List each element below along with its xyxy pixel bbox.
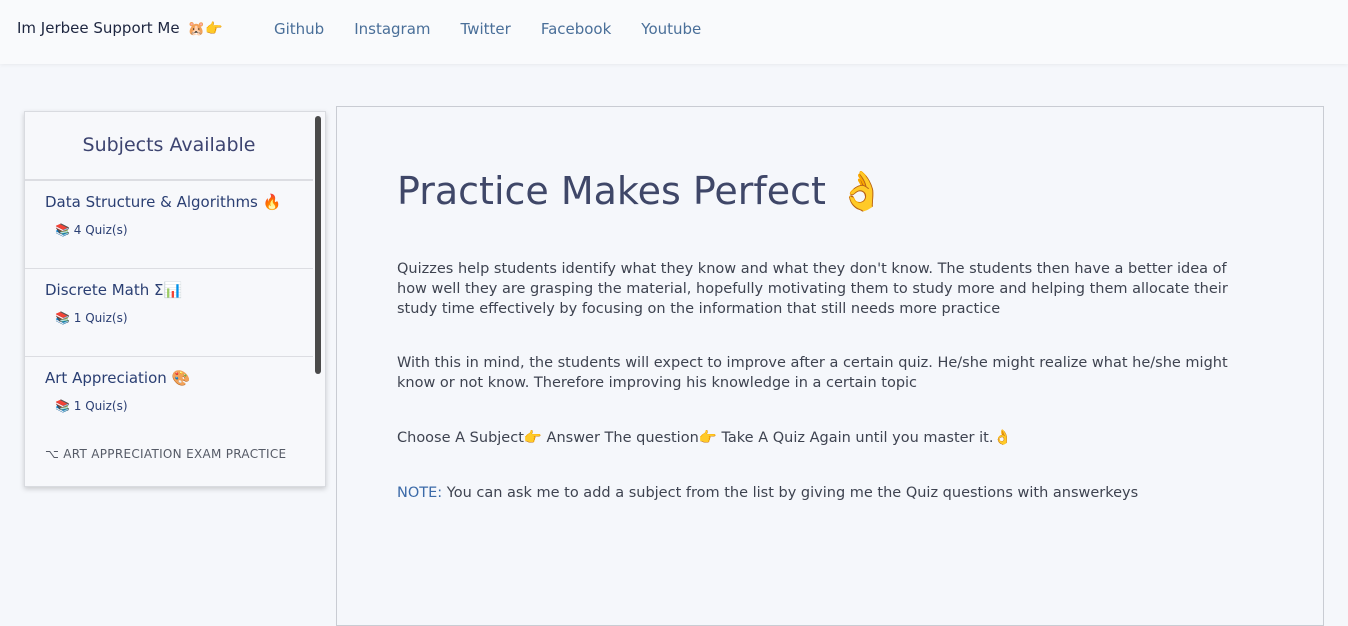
hamster-pointing-icon: 🐹👉	[187, 21, 223, 37]
nav-github-link[interactable]: Github	[274, 20, 324, 38]
note-label: NOTE:	[397, 485, 443, 501]
nav-links: Github Instagram Twitter Facebook Youtub…	[274, 20, 701, 38]
nav-instagram-link[interactable]: Instagram	[354, 20, 430, 38]
page-title: Practice Makes Perfect 👌	[397, 169, 886, 213]
art-appreciation-exam-link[interactable]: ⌥ ART APPRECIATION EXAM PRACTICE	[45, 447, 286, 461]
sidebar-title: Subjects Available	[25, 112, 313, 181]
brand[interactable]: Im Jerbee Support Me 🐹👉	[17, 19, 222, 37]
nav-twitter-link[interactable]: Twitter	[461, 20, 511, 38]
nav-youtube-link[interactable]: Youtube	[641, 20, 701, 38]
subject-name: Data Structure & Algorithms 🔥	[45, 193, 282, 211]
subject-item-discrete-math[interactable]: Discrete Math Σ📊 📚 1 Quiz(s)	[25, 269, 313, 357]
intro-paragraph: Quizzes help students identify what they…	[397, 261, 1228, 317]
note-text: You can ask me to add a subject from the…	[442, 485, 1139, 501]
top-navbar: Im Jerbee Support Me 🐹👉 Github Instagram …	[0, 0, 1348, 64]
main-content: Practice Makes Perfect 👌 Quizzes help st…	[336, 106, 1324, 626]
quiz-count: 📚 1 Quiz(s)	[55, 399, 128, 413]
nav-facebook-link[interactable]: Facebook	[541, 20, 611, 38]
subject-item-dsa[interactable]: Data Structure & Algorithms 🔥 📚 4 Quiz(s…	[25, 181, 313, 269]
sidebar-scrollbar[interactable]	[315, 116, 321, 374]
subjects-sidebar: Subjects Available Data Structure & Algo…	[24, 111, 326, 487]
instructions-paragraph: Choose A Subject👉 Answer The question👉 T…	[397, 430, 1012, 446]
quiz-count: 📚 1 Quiz(s)	[55, 311, 128, 325]
note-paragraph: NOTE: You can ask me to add a subject fr…	[397, 483, 1257, 503]
brand-label: Im Jerbee Support Me	[17, 19, 180, 37]
subject-item-art-appreciation[interactable]: Art Appreciation 🎨 📚 1 Quiz(s)	[25, 357, 313, 445]
subject-name: Art Appreciation 🎨	[45, 369, 191, 387]
improvement-paragraph: With this in mind, the students will exp…	[397, 355, 1228, 391]
quiz-count: 📚 4 Quiz(s)	[55, 223, 128, 237]
subject-name: Discrete Math Σ📊	[45, 281, 183, 299]
